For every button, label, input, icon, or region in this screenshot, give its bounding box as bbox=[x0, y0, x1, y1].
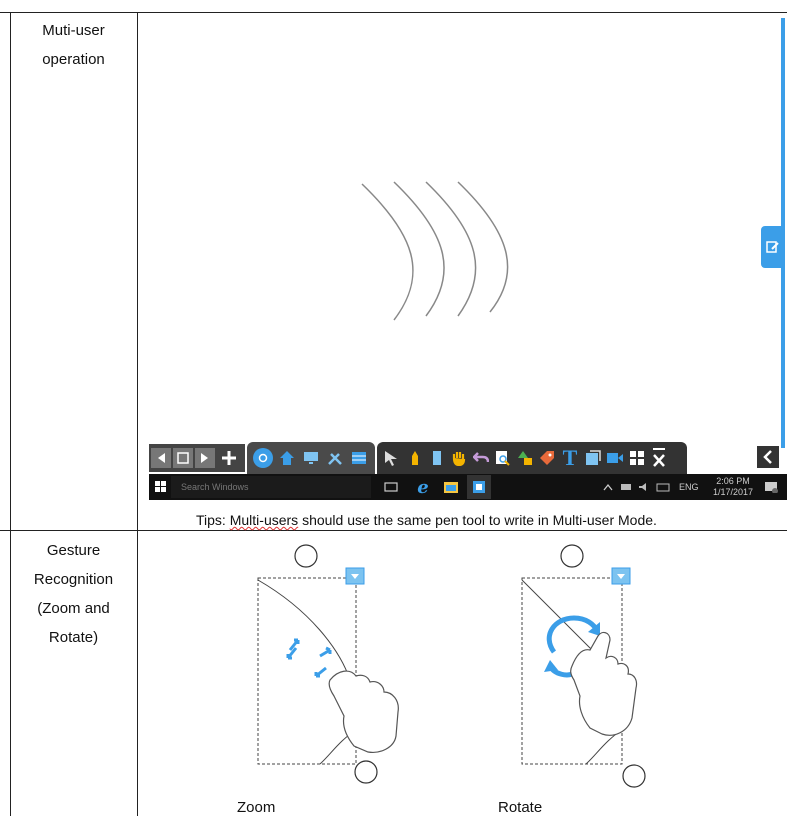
whiteboard-screenshot: T Search Windows e ENG 2:06 PM 1/17/2017 bbox=[139, 14, 787, 500]
windows-taskbar: Search Windows e ENG 2:06 PM 1/17/2017 bbox=[149, 474, 787, 500]
table-top-border bbox=[0, 12, 787, 13]
volume-icon[interactable] bbox=[637, 479, 651, 495]
rotation-handle-icon bbox=[294, 544, 318, 568]
handwriting-strokes bbox=[361, 181, 509, 321]
side-panel-tab[interactable] bbox=[761, 226, 785, 268]
app-logo-icon[interactable] bbox=[253, 448, 273, 468]
resize-handle-icon bbox=[354, 760, 378, 784]
network-icon[interactable] bbox=[619, 479, 633, 495]
add-page-icon[interactable] bbox=[219, 448, 239, 468]
clip-icon[interactable] bbox=[583, 448, 603, 468]
pen-icon[interactable] bbox=[405, 448, 425, 468]
home-icon[interactable] bbox=[277, 448, 297, 468]
hand-icon[interactable] bbox=[449, 448, 469, 468]
clock-date[interactable]: 1/17/2017 bbox=[709, 487, 757, 497]
prev-page-icon[interactable] bbox=[151, 448, 171, 468]
rotation-handle-icon bbox=[560, 544, 584, 568]
row-label-multi-user: Muti-user operation bbox=[10, 16, 137, 74]
rotate-gesture-illustration bbox=[521, 544, 646, 788]
label-line: Muti-user bbox=[42, 22, 105, 39]
resize-handle-icon bbox=[622, 764, 646, 788]
tips-suffix: should use the same pen tool to write in… bbox=[298, 512, 657, 528]
tray-expand-icon[interactable] bbox=[601, 479, 615, 495]
whiteboard-app-icon[interactable] bbox=[467, 475, 491, 499]
next-page-icon[interactable] bbox=[195, 448, 215, 468]
label-line: Recognition bbox=[33, 571, 114, 588]
keyboard-icon[interactable] bbox=[655, 479, 671, 495]
whiteboard-toolbar: T bbox=[149, 442, 785, 474]
language-indicator[interactable]: ENG bbox=[679, 482, 699, 492]
text-icon[interactable]: T bbox=[559, 445, 581, 470]
zoom-caption: Zoom bbox=[237, 799, 276, 816]
label-line: (Zoom and bbox=[37, 600, 110, 617]
edge-browser-icon[interactable]: e bbox=[413, 477, 433, 498]
camera-icon[interactable] bbox=[605, 448, 625, 468]
label-line: Gesture bbox=[46, 542, 101, 559]
undo-icon[interactable] bbox=[471, 448, 491, 468]
rotate-caption: Rotate bbox=[498, 799, 543, 816]
display-icon[interactable] bbox=[301, 448, 321, 468]
tips-text: Tips: Multi-users should use the same pe… bbox=[196, 512, 657, 528]
collapse-toolbar-button[interactable] bbox=[757, 446, 779, 468]
label-line: operation bbox=[42, 51, 105, 68]
tips-underlined: Multi-users bbox=[229, 512, 299, 528]
table-left-border bbox=[10, 12, 11, 816]
select-arrow-icon[interactable] bbox=[381, 448, 401, 468]
label-line: Rotate) bbox=[48, 629, 99, 646]
row-divider bbox=[0, 530, 787, 531]
window-icon[interactable] bbox=[349, 448, 369, 468]
search-placeholder: Search Windows bbox=[181, 482, 249, 492]
windows-start-icon[interactable] bbox=[153, 479, 169, 495]
notifications-icon[interactable] bbox=[763, 479, 779, 495]
edit-icon bbox=[766, 241, 779, 253]
eraser-icon[interactable] bbox=[427, 448, 447, 468]
column-divider bbox=[137, 12, 138, 816]
shapes-icon[interactable] bbox=[515, 448, 535, 468]
zoom-gesture-illustration bbox=[257, 544, 399, 784]
row-label-gesture: Gesture Recognition (Zoom and Rotate) bbox=[10, 536, 137, 652]
tips-prefix: Tips: bbox=[196, 512, 230, 528]
task-view-icon[interactable] bbox=[383, 479, 399, 495]
clock-time[interactable]: 2:06 PM bbox=[715, 476, 751, 486]
file-explorer-icon[interactable] bbox=[443, 479, 459, 495]
close-icon[interactable] bbox=[649, 446, 669, 470]
grid-icon[interactable] bbox=[627, 448, 647, 468]
tag-icon[interactable] bbox=[537, 448, 557, 468]
tools-icon[interactable] bbox=[325, 448, 345, 468]
search-doc-icon[interactable] bbox=[493, 448, 513, 468]
page-view-icon[interactable] bbox=[173, 448, 193, 468]
